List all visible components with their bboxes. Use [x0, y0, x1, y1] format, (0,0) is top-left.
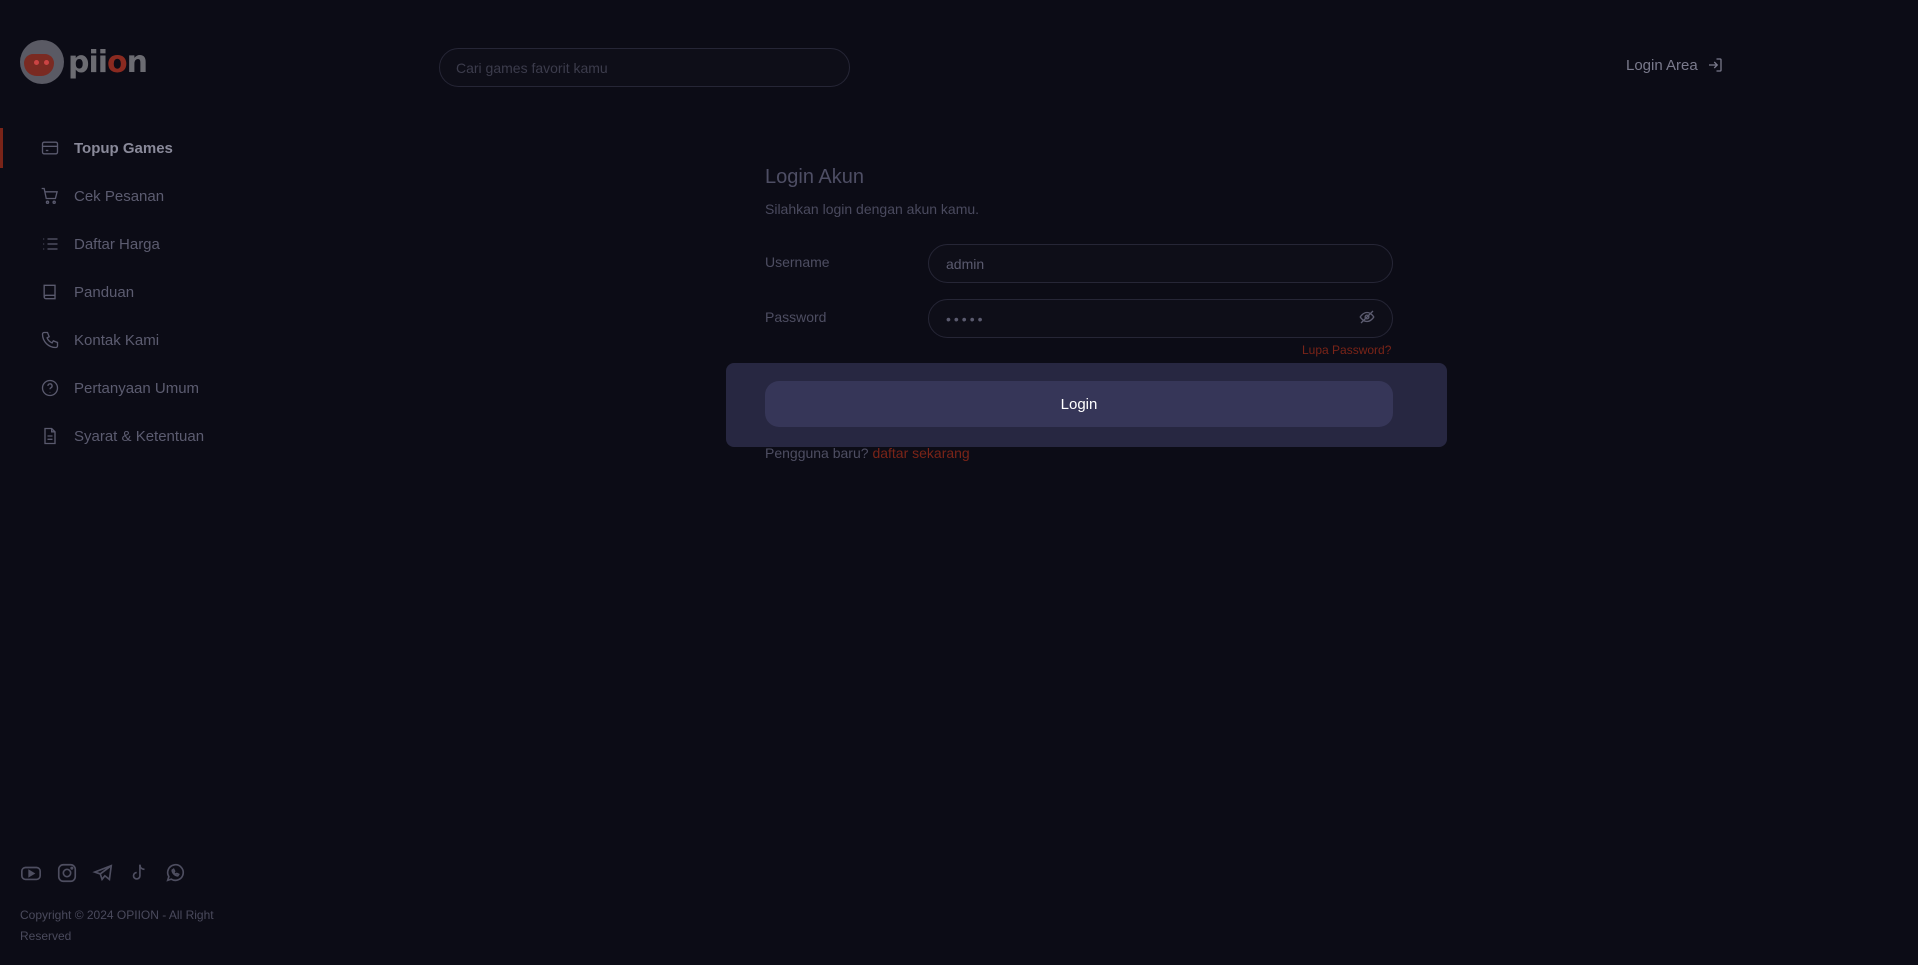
- sidebar-item-label: Cek Pesanan: [74, 187, 165, 205]
- sidebar-item-pertanyaan-umum[interactable]: Pertanyaan Umum: [0, 364, 280, 412]
- list-icon: [43, 238, 58, 250]
- register-prompt-text: Pengguna baru?: [765, 445, 869, 461]
- telegram-icon[interactable]: [92, 862, 114, 884]
- question-icon: [41, 379, 59, 397]
- page-title: Login Akun: [765, 166, 864, 188]
- login-area-label: Login Area: [1626, 56, 1698, 74]
- password-field[interactable]: [928, 299, 1393, 338]
- eye-off-icon: [1359, 310, 1375, 324]
- username-field[interactable]: [928, 244, 1393, 283]
- tiktok-icon[interactable]: [128, 862, 150, 884]
- sidebar-item-label: Syarat & Ketentuan: [74, 427, 205, 445]
- sidebar-item-panduan[interactable]: Panduan: [0, 268, 280, 316]
- sidebar-item-label: Panduan: [74, 283, 135, 301]
- sidebar-item-label: Daftar Harga: [74, 235, 160, 253]
- page: piion Login Area Topup Games Cek Pesanan…: [0, 0, 1918, 965]
- whatsapp-icon[interactable]: [164, 862, 186, 884]
- sidebar-item-label: Pertanyaan Umum: [74, 379, 200, 397]
- copyright-text: Copyright © 2024 OPIION - All Right Rese…: [20, 908, 214, 943]
- sidebar-nav: Topup Games Cek Pesanan Daftar Harga Pan…: [0, 124, 280, 460]
- toggle-password-visibility[interactable]: [1358, 308, 1378, 328]
- password-label: Password: [765, 309, 827, 325]
- page-subtitle: Silahkan login dengan akun kamu.: [765, 201, 980, 217]
- sidebar-item-cek-pesanan[interactable]: Cek Pesanan: [0, 172, 280, 220]
- sidebar-item-label: Topup Games: [74, 139, 173, 157]
- brand-logo[interactable]: piion: [20, 40, 148, 84]
- instagram-icon[interactable]: [56, 862, 78, 884]
- sidebar-item-label: Kontak Kami: [74, 331, 160, 349]
- register-prompt: Pengguna baru? daftar sekarang: [765, 445, 970, 461]
- sidebar-item-topup-games[interactable]: Topup Games: [0, 124, 280, 172]
- cart-icon: [41, 187, 58, 205]
- youtube-icon[interactable]: [20, 862, 42, 884]
- search-input[interactable]: [439, 48, 850, 87]
- sidebar-item-daftar-harga[interactable]: Daftar Harga: [0, 220, 280, 268]
- username-label: Username: [765, 254, 830, 270]
- document-icon: [44, 427, 56, 445]
- phone-icon: [41, 331, 59, 349]
- credit-card-icon: [41, 141, 59, 155]
- login-area-link[interactable]: Login Area: [1626, 56, 1724, 74]
- login-button[interactable]: Login: [765, 381, 1393, 427]
- forgot-password-link[interactable]: Lupa Password?: [1302, 343, 1391, 357]
- social-links: [20, 862, 186, 884]
- register-link[interactable]: daftar sekarang: [872, 445, 969, 461]
- logo-text: piion: [68, 44, 148, 80]
- book-icon: [43, 284, 56, 300]
- login-arrow-icon: [1708, 58, 1722, 72]
- sidebar-item-kontak-kami[interactable]: Kontak Kami: [0, 316, 280, 364]
- sidebar-item-syarat-ketentuan[interactable]: Syarat & Ketentuan: [0, 412, 280, 460]
- logo-gamepad-icon: [20, 40, 64, 84]
